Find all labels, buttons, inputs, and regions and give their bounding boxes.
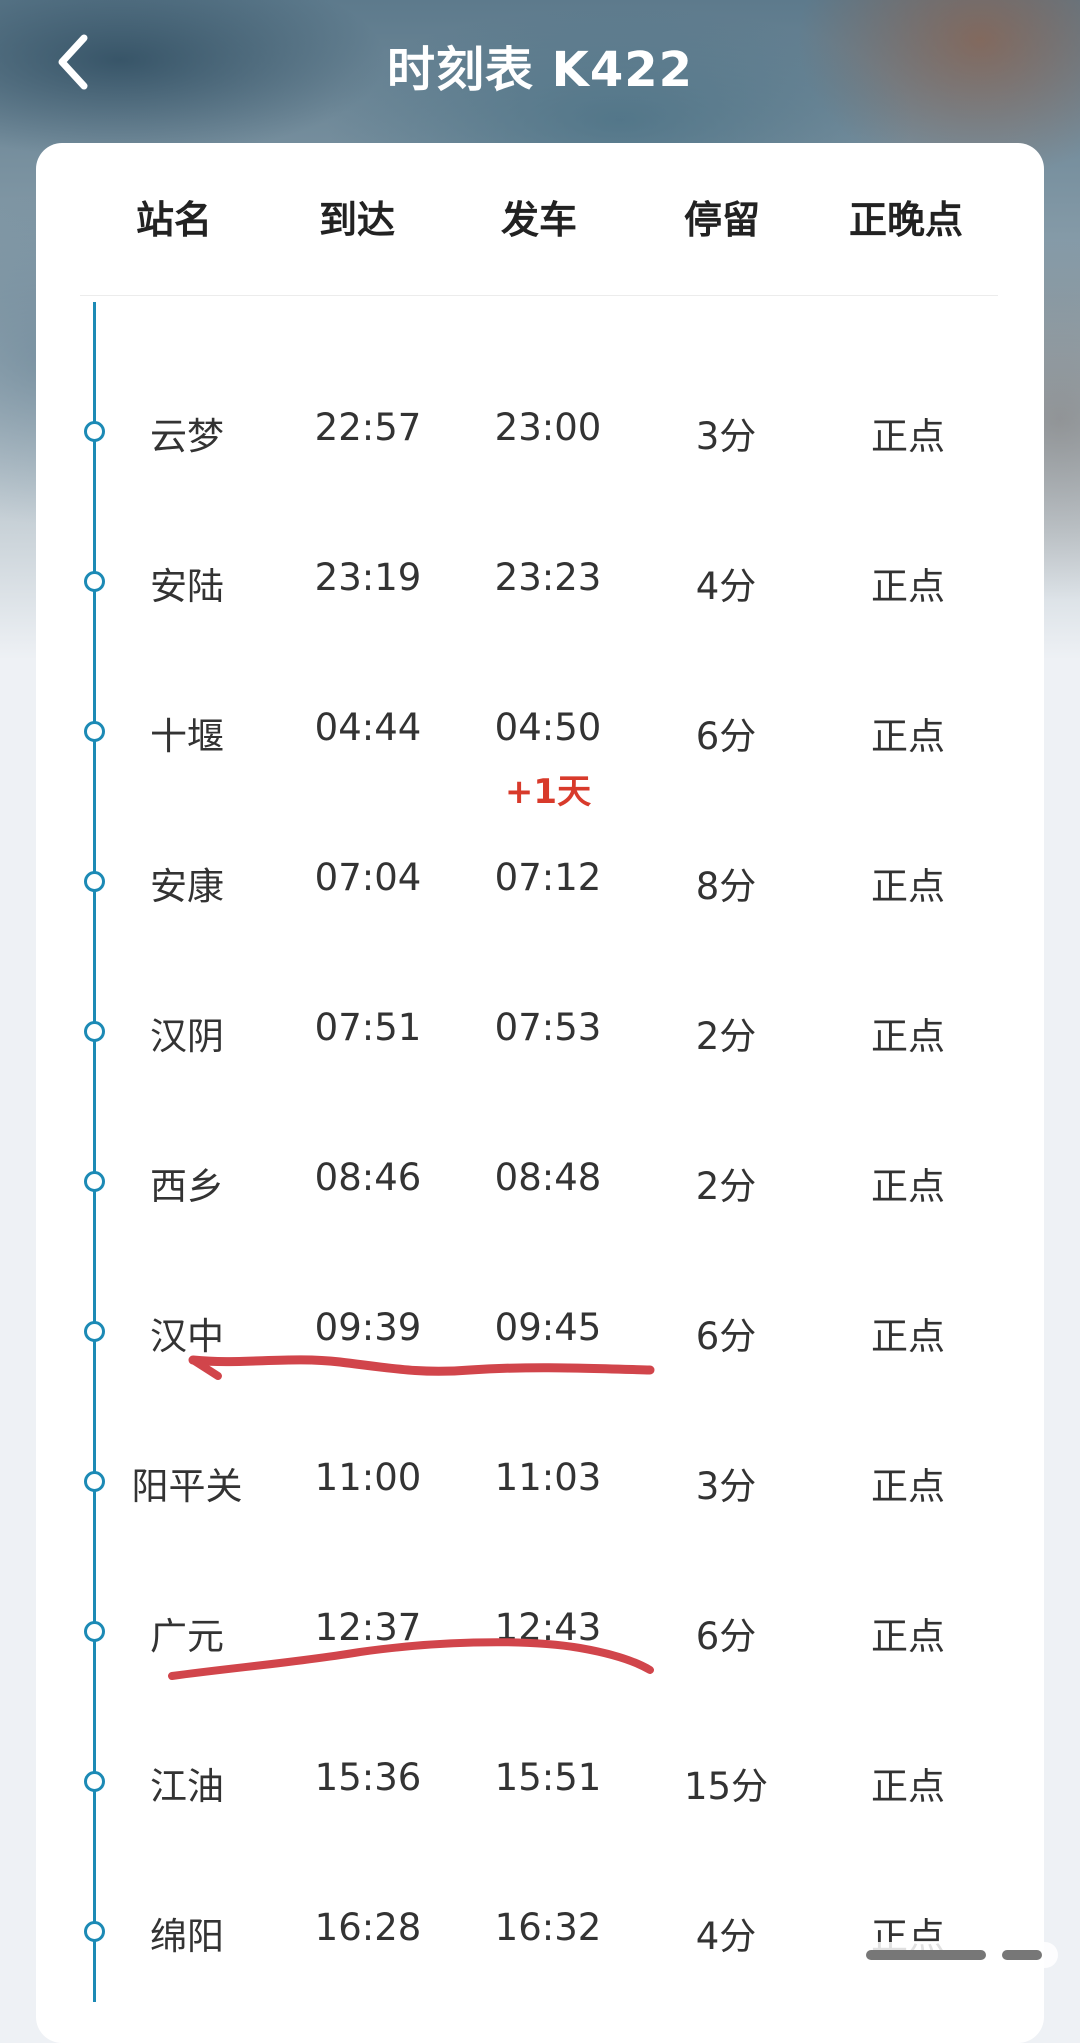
station-row[interactable]: 安康 07:04 07:12 8分 正点 <box>0 810 1080 960</box>
station-name: 十堰 <box>150 715 224 758</box>
station-row[interactable]: 江油 15:36 15:51 15分 正点 <box>0 1710 1080 1860</box>
stop-duration: 2分 <box>695 1015 757 1058</box>
arrival-time: 16:28 <box>314 1906 422 1949</box>
stop-duration: 6分 <box>695 1315 757 1358</box>
arrival-time: 07:51 <box>314 1006 422 1049</box>
punctuality-status: 正点 <box>871 715 945 758</box>
stop-duration: 3分 <box>695 415 757 458</box>
station-row[interactable]: 云梦 22:57 23:00 3分 正点 <box>0 360 1080 510</box>
page-title: 时刻表 K422 <box>386 42 694 98</box>
departure-time: 07:12 <box>494 856 602 899</box>
column-header-stop: 停留 <box>683 198 760 242</box>
punctuality-status: 正点 <box>871 1315 945 1358</box>
departure-time: 15:51 <box>494 1756 602 1799</box>
station-name: 云梦 <box>150 415 224 458</box>
header-divider <box>80 295 998 296</box>
arrival-time: 08:46 <box>314 1156 422 1199</box>
punctuality-status: 正点 <box>871 865 945 908</box>
arrival-time: 04:44 <box>314 706 422 749</box>
stop-duration: 2分 <box>695 1165 757 1208</box>
table-header: 站名 到达 发车 停留 正晚点 <box>36 143 1044 295</box>
departure-time: 07:53 <box>494 1006 602 1049</box>
home-indicator <box>852 1942 1058 1968</box>
punctuality-status: 正点 <box>871 1765 945 1808</box>
departure-time: 04:50 <box>494 706 602 749</box>
departure-time: 12:43 <box>494 1606 602 1649</box>
stop-duration: 15分 <box>683 1765 769 1808</box>
stop-duration: 4分 <box>695 1915 757 1958</box>
arrival-time: 09:39 <box>314 1306 422 1349</box>
departure-time: 16:32 <box>494 1906 602 1949</box>
top-bar: 时刻表 K422 <box>0 0 1080 130</box>
station-name: 绵阳 <box>150 1915 224 1958</box>
departure-time: 11:03 <box>494 1456 602 1499</box>
next-day-badge: +1天 <box>504 772 592 812</box>
departure-time: 23:00 <box>494 406 602 449</box>
station-name: 安康 <box>150 865 224 908</box>
stop-duration: 6分 <box>695 715 757 758</box>
station-row[interactable]: 十堰 04:44 04:50 6分 正点 +1天 <box>0 660 1080 812</box>
punctuality-status: 正点 <box>871 565 945 608</box>
station-row[interactable]: 西乡 08:46 08:48 2分 正点 <box>0 1110 1080 1260</box>
stop-duration: 3分 <box>695 1465 757 1508</box>
station-row[interactable]: 安陆 23:19 23:23 4分 正点 <box>0 510 1080 660</box>
station-name: 安陆 <box>150 565 224 608</box>
column-header-departure: 发车 <box>500 198 577 242</box>
station-name: 西乡 <box>150 1165 224 1208</box>
column-header-station: 站名 <box>135 198 212 242</box>
departure-time: 23:23 <box>494 556 602 599</box>
punctuality-status: 正点 <box>871 1465 945 1508</box>
station-name: 汉中 <box>150 1315 224 1358</box>
punctuality-status: 正点 <box>871 1165 945 1208</box>
departure-time: 09:45 <box>494 1306 602 1349</box>
stop-duration: 4分 <box>695 565 757 608</box>
arrival-time: 22:57 <box>314 406 422 449</box>
station-row[interactable]: 阳平关 11:00 11:03 3分 正点 <box>0 1410 1080 1560</box>
column-header-status: 正晚点 <box>848 198 963 242</box>
stop-duration: 8分 <box>695 865 757 908</box>
punctuality-status: 正点 <box>871 1615 945 1658</box>
arrival-time: 07:04 <box>314 856 422 899</box>
station-name: 江油 <box>150 1765 224 1808</box>
arrival-time: 23:19 <box>314 556 422 599</box>
departure-time: 08:48 <box>494 1156 602 1199</box>
punctuality-status: 正点 <box>871 415 945 458</box>
station-row[interactable]: 广元 12:37 12:43 6分 正点 <box>0 1560 1080 1710</box>
column-header-arrival: 到达 <box>318 198 395 242</box>
station-row[interactable]: 汉中 09:39 09:45 6分 正点 <box>0 1260 1080 1410</box>
arrival-time: 15:36 <box>314 1756 422 1799</box>
punctuality-status: 正点 <box>871 1015 945 1058</box>
station-row[interactable]: 汉阴 07:51 07:53 2分 正点 <box>0 960 1080 1110</box>
arrival-time: 11:00 <box>314 1456 422 1499</box>
station-row[interactable]: 绵阳 16:28 16:32 4分 正点 <box>0 1860 1080 2010</box>
arrival-time: 12:37 <box>314 1606 422 1649</box>
stop-duration: 6分 <box>695 1615 757 1658</box>
station-name: 汉阴 <box>150 1015 224 1058</box>
station-name: 阳平关 <box>131 1465 243 1508</box>
station-name: 广元 <box>150 1615 224 1658</box>
